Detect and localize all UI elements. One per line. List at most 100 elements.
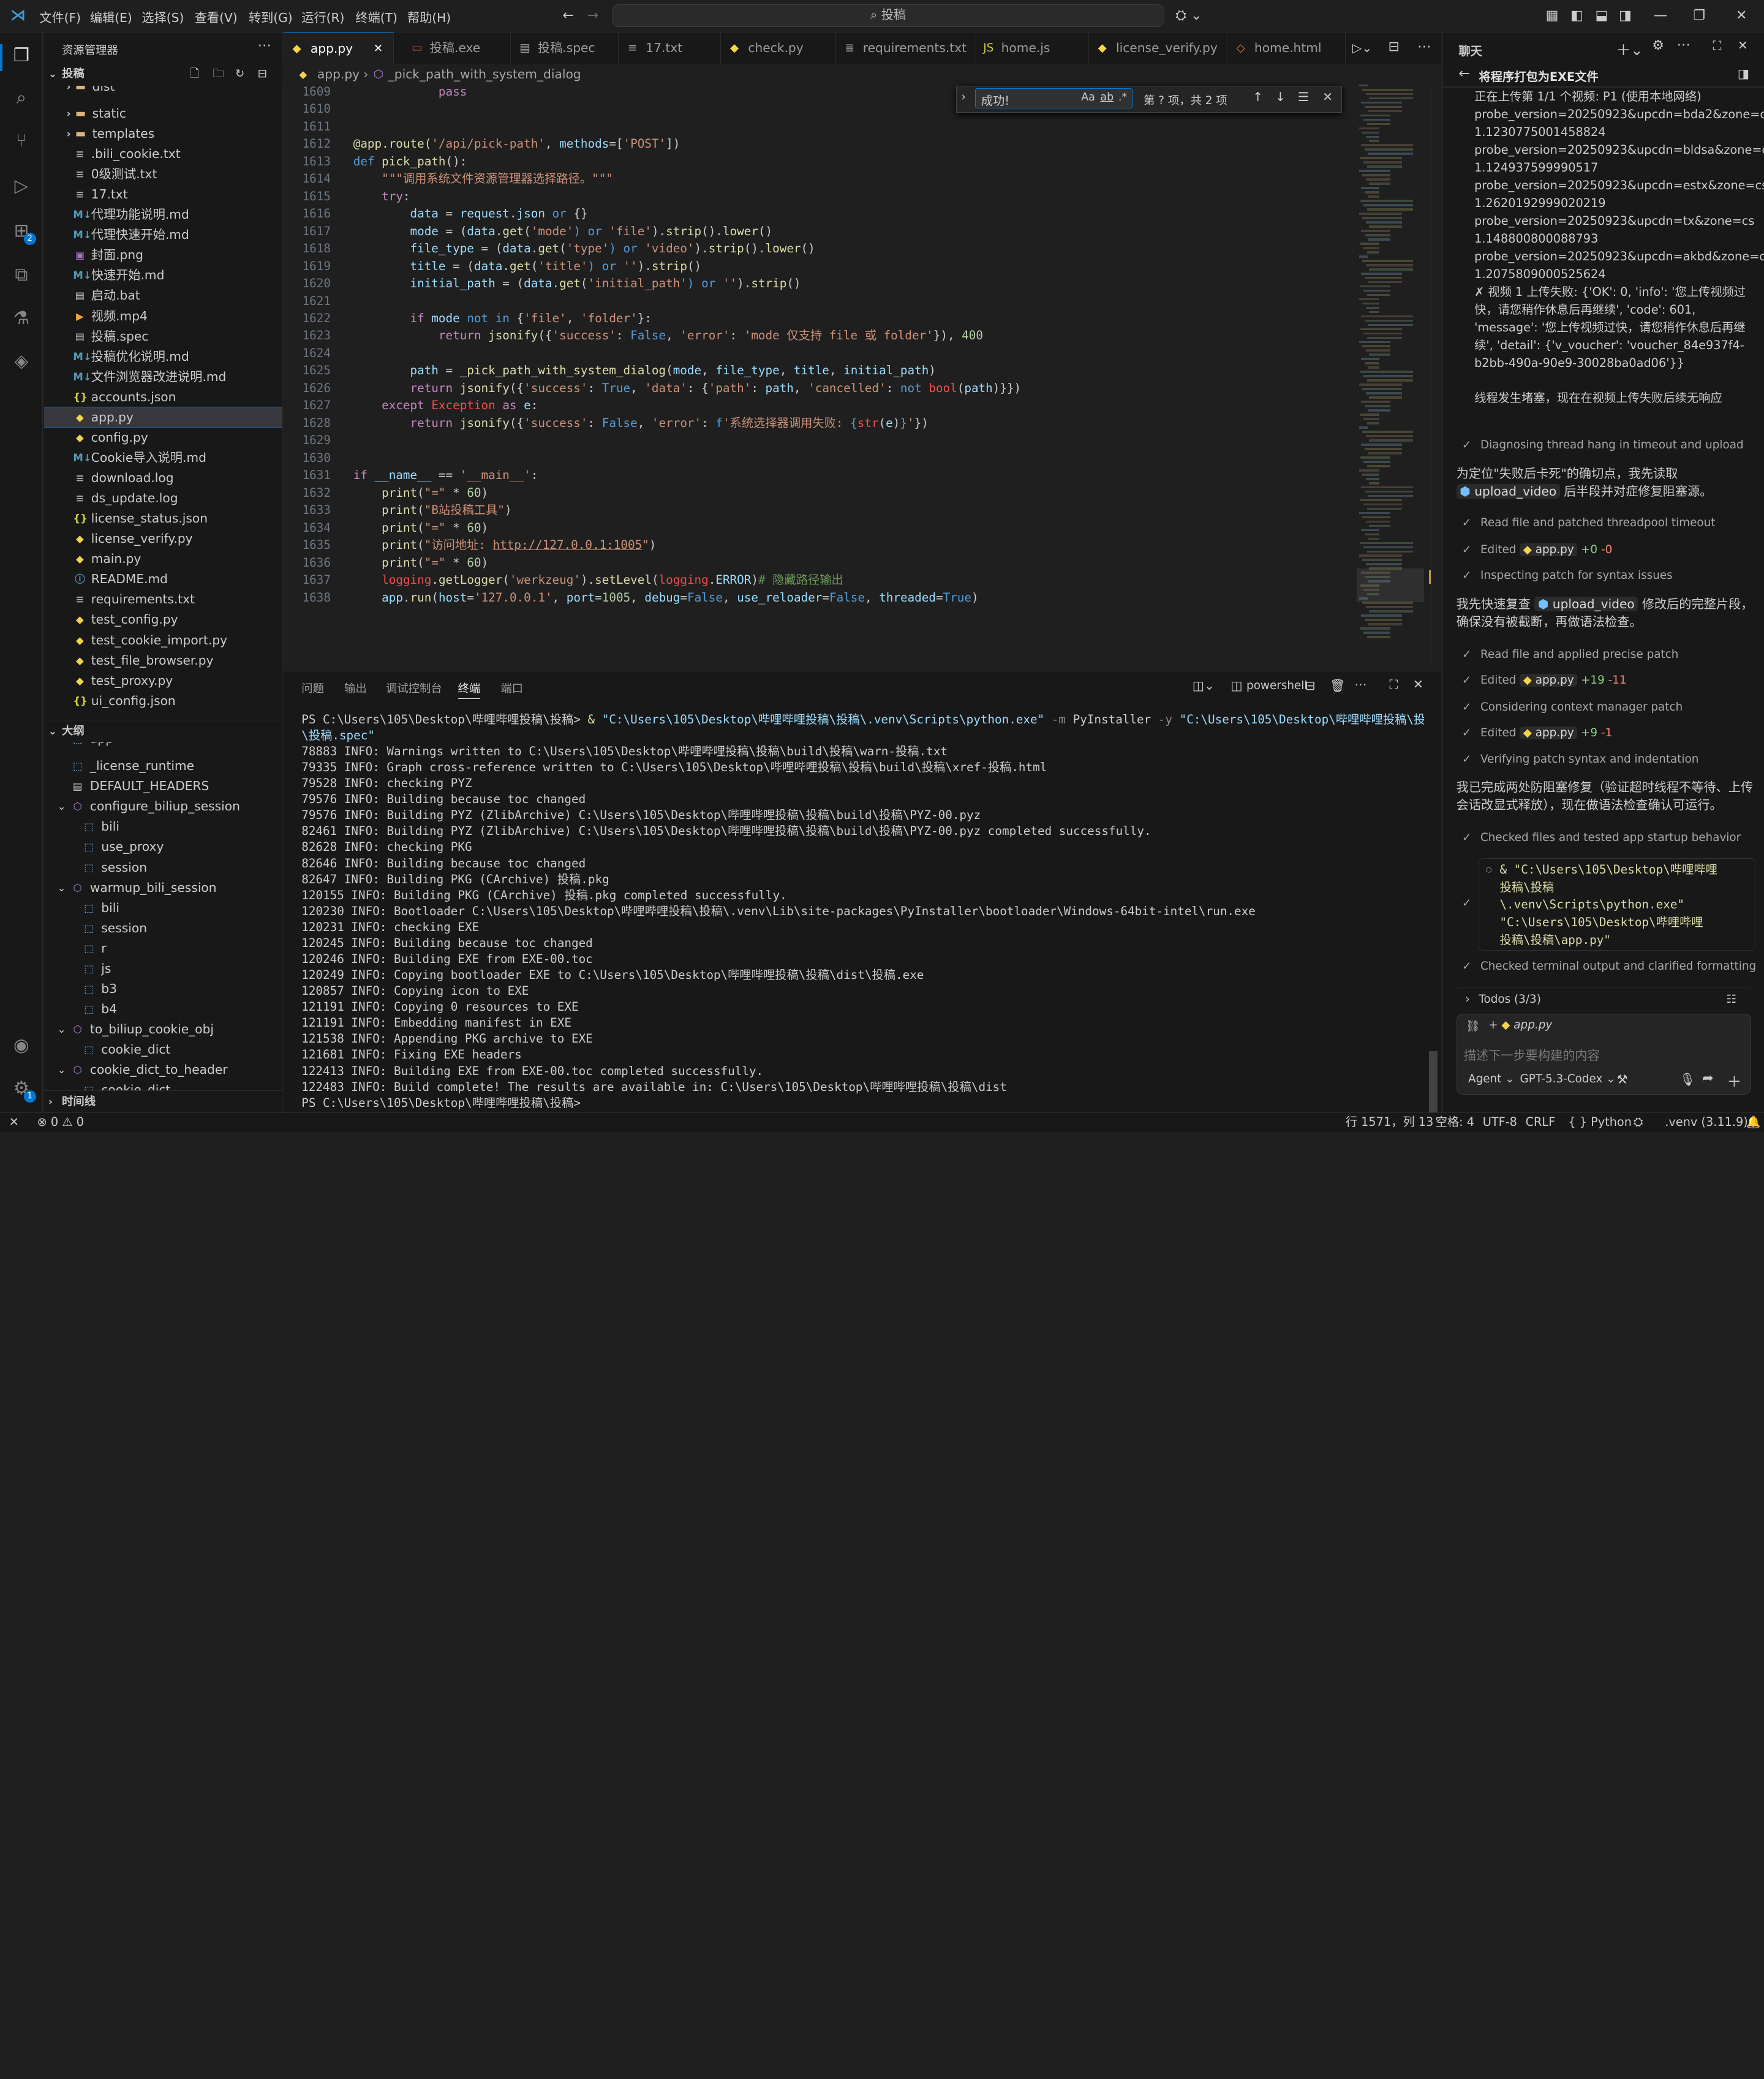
code-line[interactable]: """调用系统文件资源管理器选择路径。""" xyxy=(353,170,613,187)
chat-step[interactable]: ✓ Verifying patch syntax and indentation xyxy=(1462,753,1699,766)
menu-item[interactable]: 文件(F) xyxy=(39,8,81,26)
code-line[interactable]: initial_path = (data.get('initial_path')… xyxy=(353,275,801,292)
tools-icon[interactable]: ⚒ xyxy=(1616,1072,1627,1087)
chat-step[interactable]: ✓ Diagnosing thread hang in timeout and u… xyxy=(1462,439,1744,451)
code-line[interactable]: path = _pick_path_with_system_dialog(mod… xyxy=(353,362,936,379)
outline-item[interactable]: ⬚app xyxy=(44,742,282,749)
file-tree-item[interactable]: ≡ .bili_cookie.txt xyxy=(44,144,282,164)
attach-icon[interactable]: ⛓ xyxy=(1466,1020,1480,1033)
match-case-button[interactable]: Aa xyxy=(1081,91,1095,104)
new-terminal-split-icon[interactable]: ◫⌄ xyxy=(1193,678,1215,693)
line-ending[interactable]: CRLF xyxy=(1526,1113,1556,1131)
outline-item[interactable]: ⬚ bili xyxy=(44,817,282,837)
file-tree-item[interactable]: {} ui_config.json xyxy=(44,691,282,711)
encoding[interactable]: UTF-8 xyxy=(1483,1113,1517,1131)
model-picker[interactable]: GPT-5.3-Codex ⌄ xyxy=(1520,1073,1616,1085)
outline-item[interactable]: ⌄ ⬡ warmup_bili_session xyxy=(44,878,282,898)
outline-item[interactable]: ⌄ ⬡ to_biliup_cookie_obj xyxy=(44,1019,282,1040)
code-line[interactable]: print("=" * 60) xyxy=(353,485,488,502)
accounts-icon[interactable]: ◉ xyxy=(10,1034,33,1057)
file-tree-item[interactable]: {} license_status.json xyxy=(44,508,282,529)
outline-item[interactable]: ⬚ use_proxy xyxy=(44,837,282,857)
outline-item[interactable]: ⌄ ⬡ configure_biliup_session xyxy=(44,796,282,817)
code-line[interactable]: mode = (data.get('mode') or 'file').stri… xyxy=(353,223,773,240)
menu-item[interactable]: 运行(R) xyxy=(301,8,344,26)
file-tree-item[interactable]: ≡ requirements.txt xyxy=(44,589,282,609)
explorer-more-icon[interactable]: ⋯ xyxy=(258,38,271,53)
menu-item[interactable]: 编辑(E) xyxy=(90,8,132,26)
file-tree-item[interactable]: › ▬ templates xyxy=(44,124,282,144)
outline-item[interactable]: ⬚ _license_runtime xyxy=(44,756,282,776)
close-find-icon[interactable]: ✕ xyxy=(1322,89,1333,104)
tab--spec[interactable]: ▤ 投稿.spec xyxy=(510,32,619,64)
file-tree-item[interactable]: ◆ main.py xyxy=(44,549,282,569)
panel-tab[interactable]: 输出 xyxy=(344,680,367,696)
copilot-icon[interactable]: ⛭ ⌄ xyxy=(1175,7,1202,25)
file-tree-item[interactable]: ⓘ README.md xyxy=(44,569,282,589)
file-tree-item[interactable]: › ▬ dist xyxy=(44,86,282,97)
outline-item[interactable]: ⌄ ⬡ cookie_dict_to_header xyxy=(44,1060,282,1080)
close-panel-icon[interactable]: ✕ xyxy=(1413,677,1423,692)
edited-file-entry[interactable]: ✓ Edited ◆ app.py +0 -0 xyxy=(1462,543,1612,557)
close-tab-icon[interactable]: ✕ xyxy=(374,33,383,64)
file-tree-item[interactable]: ◆ test_file_browser.py xyxy=(44,651,282,671)
file-tree-item[interactable]: {} accounts.json xyxy=(44,387,282,407)
testing-icon[interactable]: ⚗ xyxy=(10,307,33,330)
language-mode[interactable]: { } Python xyxy=(1568,1113,1632,1131)
chat-step[interactable]: ✓ Read file and patched threadpool timeou… xyxy=(1462,516,1716,529)
copilot-status-icon[interactable]: ⛭ xyxy=(1634,1113,1643,1131)
terminal-output[interactable]: PS C:\Users\105\Desktop\哔哩哔哩投稿\投稿> & "C:… xyxy=(284,712,1424,1112)
code-line[interactable]: if mode not in {'file', 'folder'}: xyxy=(353,310,652,327)
edited-file-entry[interactable]: ✓ Edited ◆ app.py +19 -11 xyxy=(1462,674,1627,687)
code-line[interactable]: data = request.json or {} xyxy=(353,205,588,222)
explorer-folder-header[interactable]: ⌄ 投稿 🗋 🗀 ↻ ⊟ xyxy=(43,62,282,86)
code-line[interactable]: print("B站投稿工具") xyxy=(353,502,511,519)
toggle-history-icon[interactable]: ◨ xyxy=(1738,66,1749,81)
tab-17-txt[interactable]: ≡ 17.txt xyxy=(619,32,722,64)
close-chat-icon[interactable]: ✕ xyxy=(1738,38,1748,53)
cursor-position[interactable]: 行 1571，列 13 xyxy=(1346,1113,1434,1131)
edited-file-entry[interactable]: ✓ Edited ◆ app.py +9 -1 xyxy=(1462,726,1612,740)
terminal-shell-label[interactable]: powershell xyxy=(1246,679,1307,692)
file-tree-item[interactable]: ◆ test_cookie_import.py xyxy=(44,630,282,651)
file-tree-item[interactable]: ◆ app.py xyxy=(43,406,282,428)
close-window-icon[interactable]: ✕ xyxy=(1736,7,1747,25)
tab-home-js[interactable]: JS home.js xyxy=(974,32,1089,64)
new-folder-icon[interactable]: 🗀 xyxy=(213,63,224,86)
code-line[interactable]: pass xyxy=(353,85,467,101)
outline-item[interactable]: ⬚ bili xyxy=(44,898,282,918)
back-arrow-icon[interactable]: ← xyxy=(562,7,573,25)
split-editor-icon[interactable]: ⊟ xyxy=(1388,39,1399,55)
code-line[interactable]: print("=" * 60) xyxy=(353,519,488,537)
chat-more-icon[interactable]: ⋯ xyxy=(1677,37,1691,53)
terminal-scrollbar[interactable] xyxy=(1428,1051,1438,1112)
toggle-panel-icon[interactable]: ⬓ xyxy=(1595,7,1608,25)
menu-item[interactable]: 帮助(H) xyxy=(407,8,451,26)
previous-match-icon[interactable]: ↑ xyxy=(1253,89,1263,104)
panel-tab[interactable]: 端口 xyxy=(500,680,523,696)
run-python-file-icon[interactable]: ▷⌄ xyxy=(1352,40,1372,55)
code-line[interactable]: title = (data.get('title') or '').strip(… xyxy=(353,258,702,275)
panel-tab[interactable]: 终端 xyxy=(458,680,481,700)
chat-input-box[interactable]: ⛓ + ◆ app.py 描述下一步要构建的内容 Agent ⌄ GPT-5.3… xyxy=(1456,1013,1751,1095)
microphone-icon[interactable]: 🎙 xyxy=(1679,1072,1695,1087)
chat-step[interactable]: ✓ Inspecting patch for syntax issues xyxy=(1462,569,1673,582)
find-in-selection-icon[interactable]: ☰ xyxy=(1298,89,1309,104)
remote-icon[interactable]: ✕ xyxy=(9,1113,19,1131)
notifications-icon[interactable]: 🔔 xyxy=(1746,1113,1761,1131)
problems-indicator[interactable]: ⊗ 0 ⚠ 0 xyxy=(37,1113,84,1131)
code-line[interactable]: except Exception as e: xyxy=(353,397,538,414)
file-tree-item[interactable]: ◆ test_proxy.py xyxy=(44,671,282,691)
split-terminal-icon[interactable]: ⊟ xyxy=(1305,678,1316,693)
menu-item[interactable]: 转到(G) xyxy=(249,8,293,26)
panel-tab[interactable]: 问题 xyxy=(301,680,324,696)
command-center-search[interactable]: ⌕ 投稿 xyxy=(612,4,1164,28)
chat-step[interactable]: ✓ Checked files and tested app startup be… xyxy=(1462,831,1741,844)
file-tree-item[interactable]: ◆ test_config.py xyxy=(44,609,282,630)
outline-item[interactable]: ⬚ session xyxy=(44,858,282,878)
attached-file-chip[interactable]: + ◆ app.py xyxy=(1488,1019,1552,1032)
menu-item[interactable]: 查看(V) xyxy=(195,8,238,26)
code-line[interactable]: return jsonify({'success': False, 'error… xyxy=(353,327,983,344)
outline-item[interactable]: ⬚ session xyxy=(44,918,282,938)
code-reference[interactable]: ⬢ upload_video xyxy=(1456,483,1560,499)
